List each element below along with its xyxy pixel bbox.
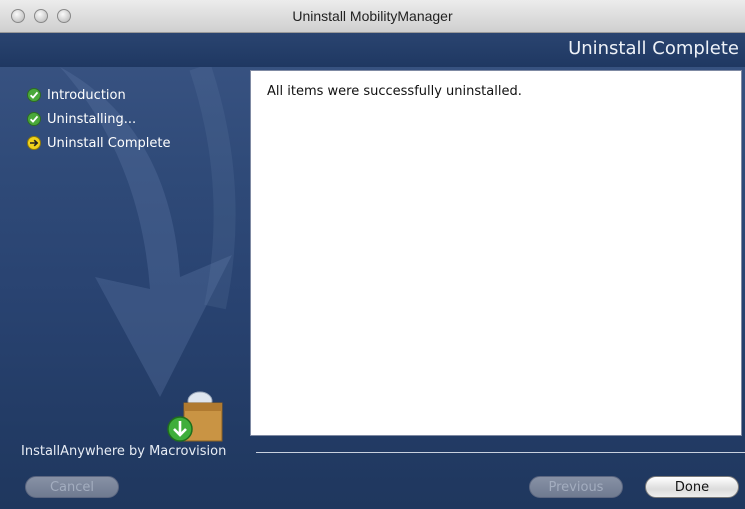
green-check-icon (27, 112, 41, 126)
steps-list: Introduction Uninstalling... Uninstall C… (27, 83, 170, 155)
yellow-arrow-icon (27, 136, 41, 150)
status-message: All items were successfully uninstalled. (267, 84, 522, 99)
step-item-uninstall-complete: Uninstall Complete (27, 131, 170, 155)
cancel-button[interactable]: Cancel (25, 476, 119, 498)
step-label: Uninstalling... (47, 111, 137, 127)
green-check-icon (27, 88, 41, 102)
footer-divider (256, 452, 745, 453)
step-label: Uninstall Complete (47, 135, 171, 151)
step-heading: Uninstall Complete (568, 38, 739, 59)
brand-text: InstallAnywhere by Macrovision (21, 444, 227, 459)
step-item-uninstalling: Uninstalling... (27, 107, 170, 131)
installer-body: Uninstall Complete Introduction Uninstal… (0, 33, 745, 509)
content-panel: All items were successfully uninstalled. (250, 70, 742, 436)
window-title: Uninstall MobilityManager (292, 8, 453, 24)
previous-button[interactable]: Previous (529, 476, 623, 498)
title-bar: Uninstall MobilityManager (0, 0, 745, 33)
installer-window: Uninstall MobilityManager Uninstall Comp… (0, 0, 745, 509)
step-label: Introduction (47, 87, 126, 103)
step-item-introduction: Introduction (27, 83, 170, 107)
installer-box-icon (167, 391, 223, 442)
done-button[interactable]: Done (645, 476, 739, 498)
header-band: Uninstall Complete (0, 33, 745, 67)
